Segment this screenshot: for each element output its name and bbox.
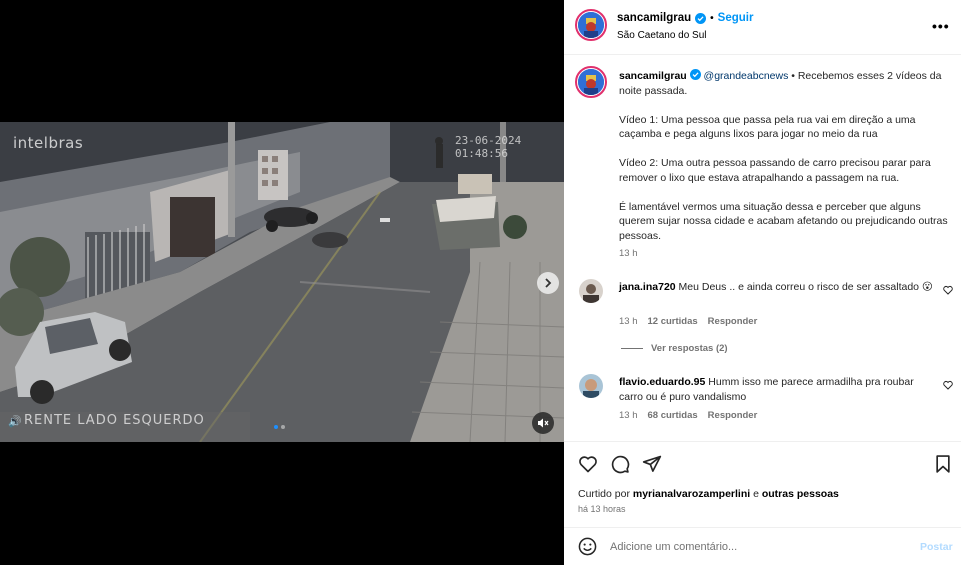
- comment-reply-button[interactable]: Responder: [708, 316, 758, 327]
- carousel-dots: [274, 425, 285, 429]
- caption-paragraph-1: Vídeo 1: Uma pessoa que passa pela rua v…: [619, 113, 916, 141]
- liked-by-user[interactable]: myrianalvarozamperlini: [633, 488, 750, 500]
- post-side-panel: sancamilgrau • Seguir São Caetano do Sul…: [564, 0, 961, 565]
- author-avatar[interactable]: [575, 9, 607, 41]
- comment-input[interactable]: [610, 537, 910, 557]
- header-separator: •: [710, 12, 714, 24]
- comment-meta: 13 h 68 curtidas Responder: [619, 410, 757, 421]
- caption-time[interactable]: 13 h: [619, 247, 954, 262]
- comment-text: flavio.eduardo.95 Humm isso me parece ar…: [619, 375, 934, 404]
- comment-likes[interactable]: 12 curtidas: [648, 316, 698, 327]
- verified-badge-icon: [695, 12, 707, 24]
- emoji-icon[interactable]: [578, 537, 597, 556]
- view-replies-button[interactable]: Ver respostas (2): [621, 343, 728, 354]
- liked-by: Curtido por myrianalvarozamperlini e out…: [578, 488, 839, 500]
- caption-paragraph-3: É lamentável vermos uma situação dessa e…: [619, 200, 948, 242]
- next-slide-button[interactable]: [537, 272, 559, 294]
- camera-volume-icon: 🔊: [8, 416, 22, 428]
- heart-icon[interactable]: [578, 454, 598, 474]
- caption-paragraph-2: Vídeo 2: Uma outra pessoa passando de ca…: [619, 157, 931, 184]
- caption-username[interactable]: sancamilgrau: [619, 70, 687, 82]
- comment-username[interactable]: jana.ina720: [619, 281, 676, 293]
- caption-author-avatar[interactable]: [575, 66, 607, 98]
- post-actions: Curtido por myrianalvarozamperlini e out…: [564, 441, 961, 519]
- comment-time[interactable]: 13 h: [619, 410, 638, 421]
- liked-by-others[interactable]: outras pessoas: [762, 488, 839, 500]
- verified-badge-icon: [689, 69, 701, 80]
- comment-username[interactable]: flavio.eduardo.95: [619, 376, 705, 388]
- camera-watermark: intelbras: [13, 134, 84, 152]
- comment-likes[interactable]: 68 curtidas: [648, 410, 698, 421]
- post-caption: sancamilgrau @grandeabcnews • Recebemos …: [619, 69, 954, 262]
- carousel-dot-1: [274, 425, 278, 429]
- post-comment-button[interactable]: Postar: [920, 541, 953, 553]
- comment-text: jana.ina720 Meu Deus .. e ainda correu o…: [619, 280, 934, 295]
- liked-by-mid: e: [750, 488, 762, 500]
- comment-like-heart-icon[interactable]: [943, 380, 953, 390]
- view-replies-line: [621, 348, 643, 349]
- media-panel: intelbras 23-06-2024 01:48:56 🔊 RENTE LA…: [0, 0, 564, 565]
- liked-by-prefix: Curtido por: [578, 488, 633, 500]
- carousel-dot-2: [281, 425, 285, 429]
- post-location[interactable]: São Caetano do Sul: [617, 30, 707, 41]
- header-user-row: sancamilgrau • Seguir: [617, 12, 753, 24]
- commenter-avatar[interactable]: [579, 374, 603, 398]
- camera-timestamp: 23-06-2024 01:48:56: [455, 134, 522, 160]
- speaker-muted-icon: [538, 418, 549, 428]
- author-username[interactable]: sancamilgrau: [617, 12, 691, 24]
- post-time-ago[interactable]: há 13 horas: [578, 504, 626, 514]
- video-player[interactable]: intelbras 23-06-2024 01:48:56 🔊 RENTE LA…: [0, 122, 564, 442]
- comment-icon[interactable]: [610, 454, 630, 474]
- share-icon[interactable]: [642, 454, 662, 474]
- more-options-icon[interactable]: •••: [932, 18, 950, 34]
- commenter-avatar[interactable]: [579, 279, 603, 303]
- bookmark-icon[interactable]: [933, 454, 953, 474]
- view-replies-label: Ver respostas (2): [651, 343, 728, 354]
- follow-button[interactable]: Seguir: [718, 12, 754, 24]
- comment-like-heart-icon[interactable]: [943, 285, 953, 295]
- chevron-right-icon: [545, 278, 552, 288]
- video-frame: [0, 122, 564, 442]
- comment-meta: 13 h 12 curtidas Responder: [619, 316, 757, 327]
- add-comment-bar: Postar: [564, 527, 961, 565]
- caption-mention-link[interactable]: @grandeabcnews: [704, 70, 789, 82]
- comment-content: Meu Deus .. e ainda correu o risco de se…: [675, 281, 933, 293]
- comment-time[interactable]: 13 h: [619, 316, 638, 327]
- camera-label: RENTE LADO ESQUERDO: [24, 413, 205, 428]
- comment-reply-button[interactable]: Responder: [708, 410, 758, 421]
- post-header: sancamilgrau • Seguir São Caetano do Sul…: [564, 0, 961, 55]
- mute-button[interactable]: [532, 412, 554, 434]
